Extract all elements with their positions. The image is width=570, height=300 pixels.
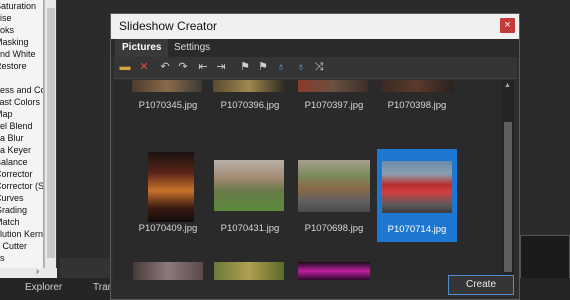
gallery-scrollbar[interactable]: ▲ (502, 80, 514, 280)
effect-item[interactable]: ness and Co (0, 84, 43, 96)
picture-item-selected[interactable]: P1070714.jpg (377, 149, 457, 242)
picture-thumbnail (133, 262, 203, 280)
picture-thumbnail (148, 152, 194, 222)
effects-list: SaturationoiseooksMaskingand WhiteRestor… (0, 0, 44, 268)
effect-item[interactable]: e Cutter (0, 240, 43, 252)
pictures-gallery: P1070345.jpg P1070396.jpg P1070397.jpg P… (114, 80, 502, 280)
picture-caption: P1070714.jpg (387, 224, 447, 235)
picture-item[interactable]: P1070698.jpg (294, 148, 374, 242)
effect-item[interactable]: Map (0, 108, 43, 120)
picture-item[interactable]: P1070396.jpg (210, 80, 290, 134)
effect-item[interactable]: Corrector (0, 168, 43, 180)
dialog-title: Slideshow Creator (119, 19, 218, 33)
effect-item[interactable]: Balance (0, 156, 43, 168)
effect-item[interactable]: nel Blend (0, 120, 43, 132)
effect-item[interactable]: na Keyer (0, 144, 43, 156)
effects-scrollbar[interactable] (44, 0, 56, 268)
picture-caption: P1070431.jpg (220, 223, 280, 234)
folder-icon[interactable]: ▬ (118, 60, 132, 74)
scroll-up-icon[interactable]: ▲ (504, 82, 511, 89)
picture-thumbnail (298, 160, 370, 212)
picture-caption: P1070398.jpg (387, 100, 447, 111)
effect-item[interactable]: us (0, 252, 43, 264)
dialog-tabs: Pictures Settings (111, 39, 519, 57)
picture-item[interactable] (128, 256, 208, 280)
effect-item[interactable]: Grading (0, 204, 43, 216)
effects-hscrollbar[interactable]: › (0, 266, 57, 278)
close-button[interactable]: × (500, 18, 515, 33)
tab-pictures[interactable]: Pictures (115, 39, 169, 57)
rotate-right-icon[interactable]: ↷ (176, 60, 190, 74)
delete-icon[interactable]: ✕ (137, 60, 151, 74)
effects-scroll-thumb[interactable] (47, 8, 55, 258)
effects-panel: SaturationoiseooksMaskingand WhiteRestor… (0, 0, 57, 300)
effect-item[interactable]: and White (0, 48, 43, 60)
tab-explorer[interactable]: Explorer (25, 282, 62, 293)
picture-caption: P1070409.jpg (138, 223, 198, 234)
picture-item[interactable]: P1070345.jpg (128, 80, 208, 134)
picture-caption: P1070396.jpg (220, 100, 280, 111)
effect-item[interactable]: oise (0, 12, 43, 24)
picture-thumbnail (298, 80, 368, 92)
effect-item[interactable]: r (0, 72, 43, 84)
picture-thumbnail (132, 80, 202, 92)
picture-thumbnail (213, 80, 285, 92)
picture-thumbnail (214, 262, 284, 280)
picture-thumbnail (214, 160, 284, 211)
picture-caption: P1070345.jpg (138, 100, 198, 111)
effect-item[interactable]: Masking (0, 36, 43, 48)
picture-item[interactable]: P1070409.jpg (128, 148, 208, 242)
picture-item[interactable]: P1070398.jpg (377, 80, 457, 134)
effect-item[interactable]: Restore (0, 60, 43, 72)
gallery-scroll-thumb[interactable] (504, 122, 512, 272)
marker-4-icon[interactable]: ♁ (294, 60, 308, 74)
marker-1-icon[interactable]: ⚑ (238, 60, 252, 74)
effect-item[interactable]: na Blur (0, 132, 43, 144)
shuffle-icon[interactable]: ⤨ (312, 60, 326, 74)
effect-item[interactable]: cast Colors (0, 96, 43, 108)
slideshow-creator-dialog: Slideshow Creator × Pictures Settings ▬ … (110, 13, 520, 300)
picture-item[interactable] (210, 256, 290, 280)
effect-item[interactable]: Saturation (0, 0, 43, 12)
effect-item[interactable]: Corrector (S (0, 180, 43, 192)
marker-2-icon[interactable]: ⚑ (256, 60, 270, 74)
picture-caption: P1070698.jpg (304, 223, 364, 234)
background-panel (60, 258, 110, 278)
pictures-toolbar: ▬ ✕ ↶ ↷ ⇤ ⇥ ⚑ ⚑ ♁ ♁ ⤨ (114, 57, 517, 79)
picture-item[interactable]: P1070397.jpg (294, 80, 374, 134)
effect-item[interactable]: Match (0, 216, 43, 228)
picture-thumbnail (382, 161, 452, 213)
tab-settings[interactable]: Settings (167, 39, 217, 57)
scroll-right-icon[interactable]: › (36, 266, 39, 276)
picture-thumbnail (381, 80, 453, 92)
picture-thumbnail (298, 262, 370, 280)
rotate-left-icon[interactable]: ↶ (158, 60, 172, 74)
marker-3-icon[interactable]: ♁ (274, 60, 288, 74)
picture-item[interactable] (294, 256, 374, 280)
picture-item[interactable]: P1070431.jpg (210, 148, 290, 242)
picture-caption: P1070397.jpg (304, 100, 364, 111)
effect-item[interactable]: Curves (0, 192, 43, 204)
move-first-icon[interactable]: ⇤ (196, 60, 210, 74)
move-last-icon[interactable]: ⇥ (214, 60, 228, 74)
dialog-titlebar[interactable]: Slideshow Creator × (111, 14, 519, 39)
effect-item[interactable]: olution Kerne (0, 228, 43, 240)
effect-item[interactable]: ooks (0, 24, 43, 36)
create-button[interactable]: Create (448, 275, 514, 295)
